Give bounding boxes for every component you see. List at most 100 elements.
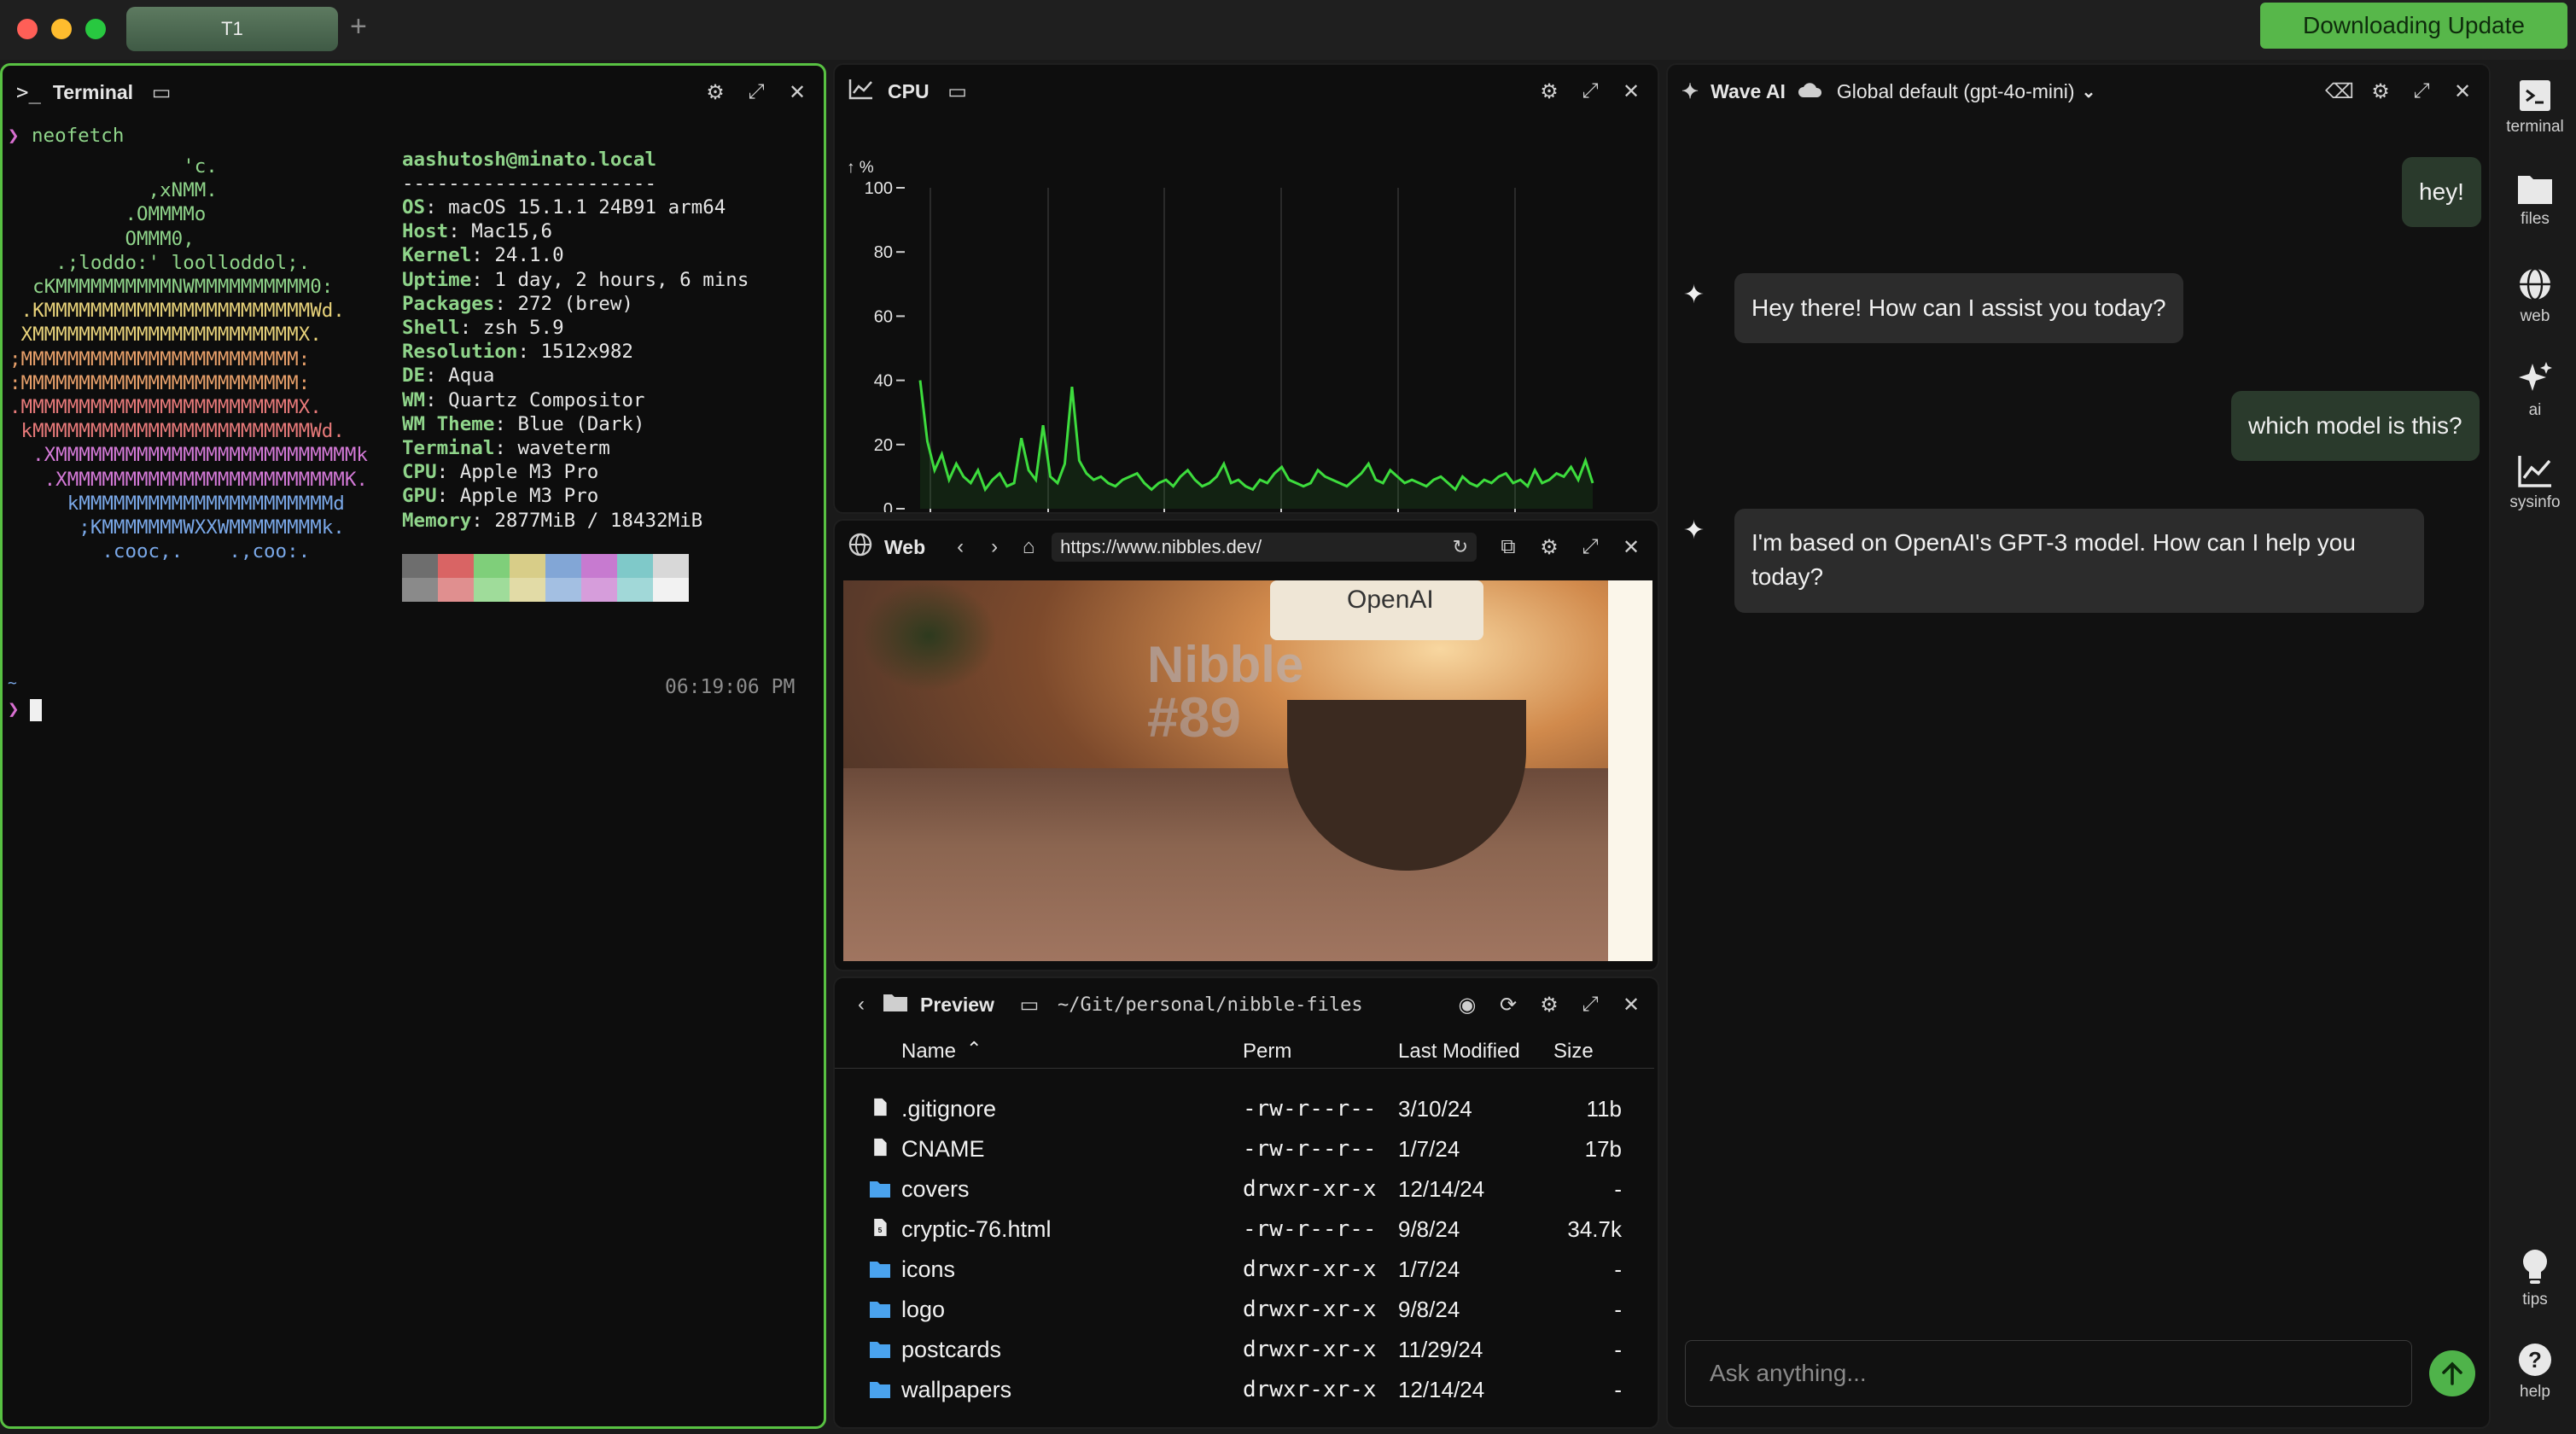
y-axis-unit: ↑ % — [847, 159, 874, 177]
logo-line: ;MMMMMMMMMMMMMMMMMMMMMMMM: — [9, 347, 311, 370]
html-file-icon: 5 — [874, 1218, 887, 1237]
table-row[interactable]: logo drwxr-xr-x 9/8/24 - — [835, 1290, 1658, 1330]
info-key: Terminal — [402, 437, 495, 459]
zoom-window-icon[interactable] — [85, 19, 106, 39]
gear-icon[interactable]: ⚙ — [2368, 79, 2393, 104]
sidebar-item-web[interactable]: web — [2494, 266, 2576, 326]
folder-icon — [870, 1302, 890, 1318]
eye-icon[interactable]: ◉ — [1454, 993, 1480, 1017]
sidebar-label: files — [2521, 210, 2550, 228]
file-name: .gitignore — [901, 1096, 997, 1122]
file-size: 11b — [1586, 1096, 1622, 1122]
arrow-up-icon — [2442, 1361, 2462, 1385]
expand-icon[interactable]: ⤢ — [743, 80, 769, 104]
sidebar-item-help[interactable]: ? help — [2494, 1342, 2576, 1402]
table-row[interactable]: postcards drwxr-xr-x 11/29/24 - — [835, 1330, 1658, 1370]
path-text: ~/Git/personal/nibble-files — [1057, 994, 1363, 1016]
close-icon[interactable]: ✕ — [784, 80, 810, 105]
url-bar[interactable]: https://www.nibbles.dev/ ↻ — [1052, 533, 1477, 562]
clear-chat-icon[interactable]: ⌫ — [2325, 79, 2354, 104]
back-icon[interactable]: ‹ — [848, 993, 874, 1017]
info-key: Shell — [402, 317, 460, 339]
table-row[interactable]: .gitignore -rw-r--r-- 3/10/24 11b — [835, 1089, 1658, 1129]
column-perm[interactable]: Perm — [1243, 1040, 1291, 1064]
preview-pane[interactable]: ‹ Preview ▭ ~/Git/personal/nibble-files … — [833, 976, 1659, 1429]
palette-swatch — [510, 578, 545, 602]
info-key: Uptime — [402, 268, 472, 291]
table-row[interactable]: wallpapers drwxr-xr-x 12/14/24 - — [835, 1370, 1658, 1410]
file-modified: 12/14/24 — [1398, 1377, 1485, 1402]
palette-swatch — [402, 554, 438, 578]
table-row[interactable]: 5 cryptic-76.html -rw-r--r-- 9/8/24 34.7k — [835, 1210, 1658, 1250]
magnify-window-icon[interactable]: ▭ — [945, 79, 970, 104]
file-modified: 9/8/24 — [1398, 1216, 1460, 1242]
open-external-icon[interactable]: ⧉ — [1495, 535, 1521, 559]
refresh-icon[interactable]: ⟳ — [1495, 993, 1521, 1017]
column-modified[interactable]: Last Modified — [1398, 1040, 1520, 1064]
table-row[interactable]: icons drwxr-xr-x 1/7/24 - — [835, 1250, 1658, 1290]
close-icon[interactable]: ✕ — [2450, 79, 2475, 104]
terminal-header: >_ Terminal ▭ ⚙ ⤢ ✕ — [3, 66, 824, 119]
webpage-image[interactable]: OpenAI Nibble #89 — [843, 580, 1652, 961]
beach-scene: OpenAI Nibble #89 — [843, 580, 1608, 961]
model-selector[interactable]: Global default (gpt-4o-mini) — [1837, 80, 2075, 103]
terminal-icon: >_ — [16, 80, 41, 104]
home-icon[interactable]: ⌂ — [1016, 535, 1041, 559]
terminal-pane[interactable]: >_ Terminal ▭ ⚙ ⤢ ✕ ❯ neofetch 'c. ,xNMM… — [0, 63, 826, 1429]
cpu-header: CPU ▭ ⚙ ⤢ ✕ — [835, 65, 1658, 118]
ask-input[interactable]: Ask anything... — [1685, 1340, 2412, 1407]
close-window-icon[interactable] — [17, 19, 38, 39]
close-icon[interactable]: ✕ — [1618, 79, 1644, 104]
palette-swatch — [653, 554, 689, 578]
sidebar-item-ai[interactable]: ai — [2494, 360, 2576, 420]
send-button[interactable] — [2429, 1350, 2475, 1396]
y-tick-label: 80 — [874, 243, 893, 262]
file-perm: drwxr-xr-x — [1243, 1176, 1377, 1202]
sidebar-item-tips[interactable]: tips — [2494, 1248, 2576, 1309]
gear-icon[interactable]: ⚙ — [1536, 79, 1562, 104]
file-name: covers — [901, 1176, 970, 1202]
sidebar-label: terminal — [2506, 118, 2564, 136]
file-size: 34.7k — [1567, 1216, 1622, 1242]
sidebar-item-sysinfo[interactable]: sysinfo — [2494, 454, 2576, 512]
column-name[interactable]: Name — [901, 1040, 956, 1064]
minimize-window-icon[interactable] — [51, 19, 72, 39]
gear-icon[interactable]: ⚙ — [1536, 535, 1562, 560]
magnify-window-icon[interactable]: ▭ — [149, 80, 174, 105]
expand-icon[interactable]: ⤢ — [1577, 535, 1603, 559]
close-icon[interactable]: ✕ — [1618, 993, 1644, 1017]
web-pane[interactable]: Web ‹ › ⌂ https://www.nibbles.dev/ ↻ ⧉ ⚙… — [833, 519, 1659, 971]
expand-icon[interactable]: ⤢ — [1577, 993, 1603, 1017]
forward-icon[interactable]: › — [982, 535, 1007, 559]
wave-ai-pane[interactable]: ✦ Wave AI Global default (gpt-4o-mini) ⌄… — [1666, 63, 2491, 1429]
chevron-down-icon[interactable]: ⌄ — [2082, 81, 2096, 102]
sidebar-item-terminal[interactable]: terminal — [2494, 79, 2576, 137]
palette-swatch — [545, 578, 581, 602]
info-value: : zsh 5.9 — [459, 317, 564, 339]
table-row[interactable]: CNAME -rw-r--r-- 1/7/24 17b — [835, 1129, 1658, 1169]
sort-chevron-up-icon[interactable]: ⌃ — [966, 1038, 982, 1060]
magnify-window-icon[interactable]: ▭ — [1017, 993, 1042, 1017]
close-icon[interactable]: ✕ — [1618, 535, 1644, 560]
tab-t1[interactable]: T1 — [126, 7, 338, 51]
table-row[interactable]: covers drwxr-xr-x 12/14/24 - — [835, 1169, 1658, 1210]
logo-line: .KMMMMMMMMMMMMMMMMMMMMMMMWd. — [9, 300, 345, 323]
gear-icon[interactable]: ⚙ — [1536, 993, 1562, 1017]
sidebar-label: ai — [2528, 401, 2542, 419]
preview-header: ‹ Preview ▭ ~/Git/personal/nibble-files … — [835, 978, 1658, 1031]
logo-line: .MMMMMMMMMMMMMMMMMMMMMMMMX. — [9, 396, 322, 418]
column-size[interactable]: Size — [1553, 1040, 1594, 1064]
gear-icon[interactable]: ⚙ — [702, 80, 728, 105]
prompt-chevron: ❯ — [8, 125, 20, 147]
downloading-update-button[interactable]: Downloading Update — [2260, 3, 2567, 49]
expand-icon[interactable]: ⤢ — [1577, 79, 1603, 103]
cpu-pane[interactable]: CPU ▭ ⚙ ⤢ ✕ ↑ %10080604020018:17:2018:17… — [833, 63, 1659, 514]
add-tab-button[interactable]: + — [350, 10, 367, 44]
logo-line: :MMMMMMMMMMMMMMMMMMMMMMMM: — [9, 371, 311, 394]
info-key: GPU — [402, 485, 437, 508]
reload-icon[interactable]: ↻ — [1453, 536, 1468, 558]
sidebar-item-files[interactable]: files — [2494, 172, 2576, 229]
expand-icon[interactable]: ⤢ — [2409, 79, 2434, 103]
logo-line: cKMMMMMMMMMMNWMMMMMMMMMM0: — [9, 276, 334, 298]
back-icon[interactable]: ‹ — [947, 535, 973, 559]
